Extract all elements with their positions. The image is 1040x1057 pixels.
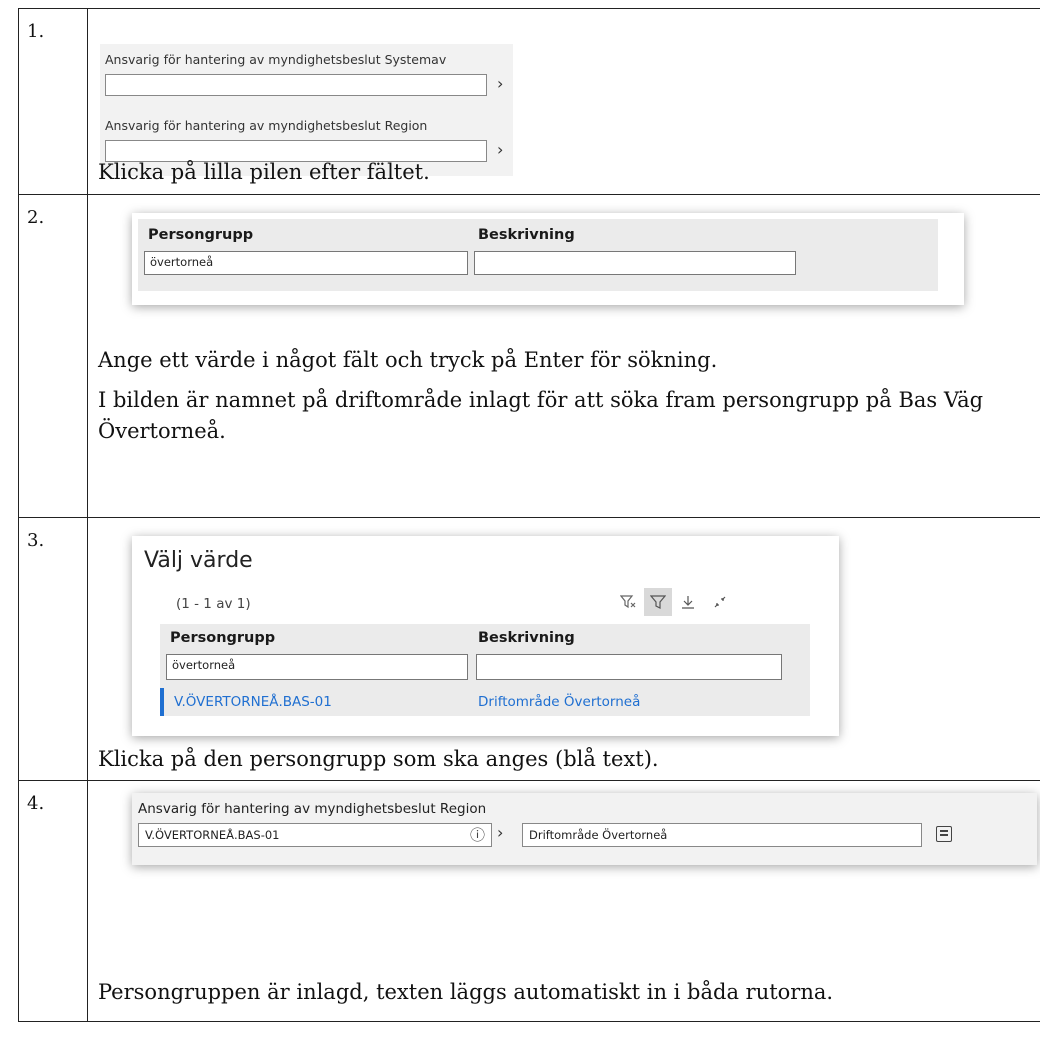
persongrupp-filter-input[interactable]: övertorneå [166,654,468,680]
instruction-table: 1. Ansvarig för hantering av myndighetsb… [18,8,1040,1022]
instruction-text: Ange ett värde i något fält och tryck på… [98,348,718,372]
screenshot-filled-field: Ansvarig för hantering av myndighetsbesl… [132,793,1037,865]
beskrivning-filter-input[interactable] [476,654,782,680]
step-content-cell: Ansvarig för hantering av myndighetsbesl… [87,780,1040,1022]
info-icon[interactable]: ⓘ [470,824,485,845]
step-row-2: 2. Persongrupp Beskrivning övertorneå An… [18,194,1040,518]
step-row-3: 3. Välj värde (1 - 1 av 1) Persongrupp B… [18,517,1040,781]
step-content-cell: Välj värde (1 - 1 av 1) Persongrupp Besk… [87,517,1040,781]
filter-icon[interactable] [644,588,672,616]
instruction-text: I bilden är namnet på driftområde inlagt… [98,388,984,443]
step-content-cell: Ansvarig för hantering av myndighetsbesl… [87,8,1040,195]
chevron-right-icon[interactable]: › [497,74,503,93]
collapse-icon[interactable] [706,588,734,616]
instruction-text: Persongruppen är inlagd, texten läggs au… [98,980,834,1004]
step-number-cell: 3. [18,517,88,781]
step-number-cell: 2. [18,194,88,518]
field-label-region: Ansvarig för hantering av myndighetsbesl… [138,801,487,817]
field-label-systemav: Ansvarig för hantering av myndighetsbesl… [105,52,447,67]
screenshot-select-value-dialog: Välj värde (1 - 1 av 1) Persongrupp Besk… [132,536,839,736]
step-number: 3. [27,530,45,551]
step-number: 4. [27,793,45,814]
instruction-text: Klicka på den persongrupp som ska anges … [98,747,659,771]
step-row-4: 4. Ansvarig för hantering av myndighetsb… [18,780,1040,1022]
filter-panel: Persongrupp Beskrivning övertorneå [138,219,938,291]
result-persongrupp-link[interactable]: V.ÖVERTORNEÅ.BAS-01 [174,694,332,710]
persongrupp-filter-input[interactable]: övertorneå [144,251,468,275]
dialog-title: Välj värde [144,548,253,573]
region-value-input[interactable]: V.ÖVERTORNEÅ.BAS-01 [138,823,492,847]
description-field: Driftområde Övertorneå [522,823,922,847]
selected-row-indicator [160,688,164,716]
download-icon[interactable] [674,588,702,616]
list-icon[interactable] [936,826,952,842]
clear-filter-icon[interactable] [614,588,642,616]
result-count: (1 - 1 av 1) [176,596,251,612]
column-header-persongrupp: Persongrupp [170,630,276,646]
step-number-cell: 4. [18,780,88,1022]
field-label-region: Ansvarig för hantering av myndighetsbesl… [105,118,428,133]
result-grid: Persongrupp Beskrivning övertorneå V.ÖVE… [160,624,810,716]
step-row-1: 1. Ansvarig för hantering av myndighetsb… [18,8,1040,195]
step-number: 2. [27,207,45,228]
screenshot-search-filter: Persongrupp Beskrivning övertorneå [132,213,964,305]
systemav-input[interactable] [105,74,487,96]
step-number-cell: 1. [18,8,88,195]
instruction-text: Klicka på lilla pilen efter fältet. [98,160,430,184]
column-header-beskrivning: Beskrivning [478,227,575,243]
column-header-beskrivning: Beskrivning [478,630,575,646]
beskrivning-filter-input[interactable] [474,251,796,275]
step-number: 1. [27,21,45,42]
step-content-cell: Persongrupp Beskrivning övertorneå Ange … [87,194,1040,518]
column-header-persongrupp: Persongrupp [148,227,254,243]
result-beskrivning-link[interactable]: Driftområde Övertorneå [478,694,640,710]
chevron-right-icon[interactable]: › [497,823,503,842]
